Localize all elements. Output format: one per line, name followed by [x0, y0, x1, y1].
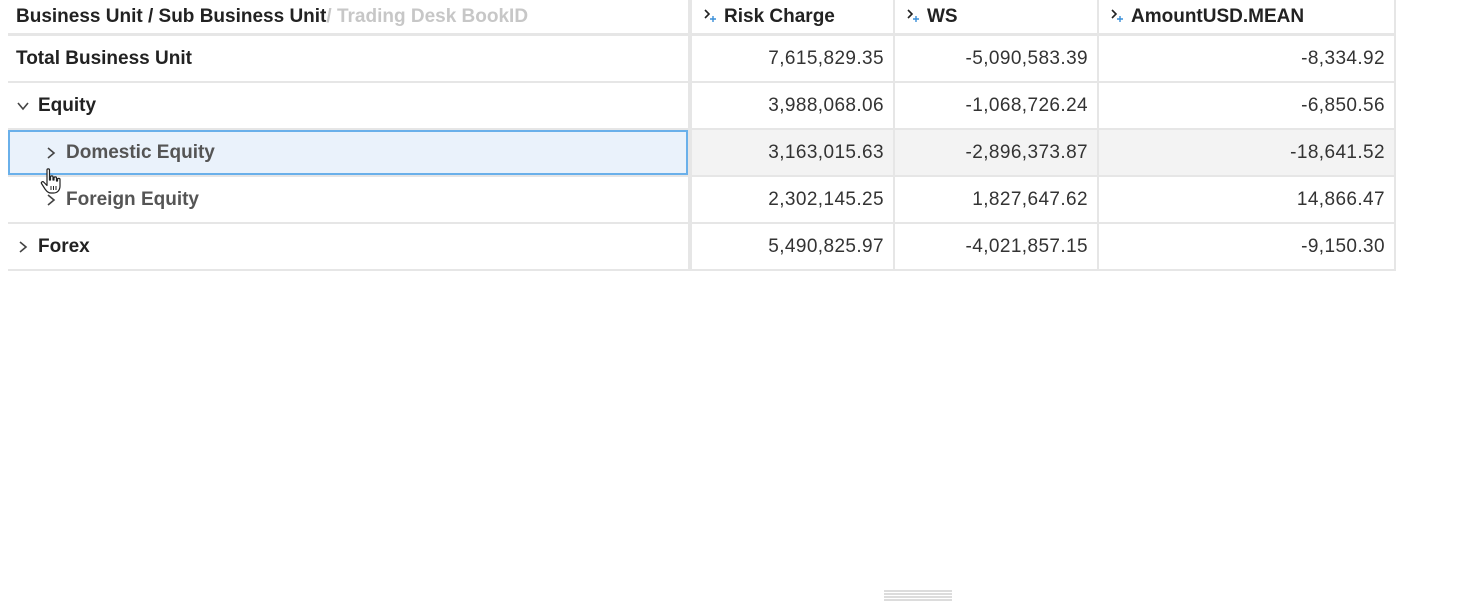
chevron-right-icon[interactable]: [44, 146, 58, 160]
table-row-equity[interactable]: Equity 3,988,068.06 -1,068,726.24 -6,850…: [8, 83, 1396, 130]
column-header-label: WS: [927, 5, 958, 27]
column-header-label: Risk Charge: [724, 5, 835, 27]
sort-expand-icon[interactable]: [1109, 7, 1125, 23]
cell-value: -2,896,373.87: [965, 141, 1088, 163]
cell-value: -9,150.30: [1301, 235, 1385, 257]
cell-value: -8,334.92: [1301, 47, 1385, 69]
column-header-label: AmountUSD.MEAN: [1131, 5, 1305, 27]
row-label-cell[interactable]: Foreign Equity: [8, 177, 688, 222]
chevron-right-icon[interactable]: [16, 240, 30, 254]
column-header-risk-charge[interactable]: Risk Charge: [692, 0, 895, 33]
path-main: Business Unit / Sub Business Unit: [16, 5, 327, 27]
row-label: Equity: [38, 94, 97, 116]
table-row-forex[interactable]: Forex 5,490,825.97 -4,021,857.15 -9,150.…: [8, 224, 1396, 271]
value-cell[interactable]: -18,641.52: [1099, 130, 1396, 175]
cell-value: 5,490,825.97: [768, 235, 884, 257]
value-cell[interactable]: -2,896,373.87: [895, 130, 1099, 175]
row-dimension-path[interactable]: Business Unit / Sub Business Unit / Trad…: [8, 0, 688, 33]
row-label: Domestic Equity: [66, 141, 215, 163]
column-header-ws[interactable]: WS: [895, 0, 1099, 33]
row-label-cell[interactable]: Domestic Equity: [8, 130, 688, 175]
value-cell[interactable]: 7,615,829.35: [692, 36, 895, 81]
sort-expand-icon[interactable]: [905, 7, 921, 23]
value-cell[interactable]: -8,334.92: [1099, 36, 1396, 81]
row-label-cell[interactable]: Forex: [8, 224, 688, 269]
row-label: Forex: [38, 235, 90, 257]
value-cell[interactable]: 3,988,068.06: [692, 83, 895, 128]
cell-value: -1,068,726.24: [965, 94, 1088, 116]
value-cell[interactable]: -4,021,857.15: [895, 224, 1099, 269]
cell-value: 3,163,015.63: [768, 141, 884, 163]
pivot-table: Business Unit / Sub Business Unit / Trad…: [8, 0, 1396, 271]
row-label: Total Business Unit: [16, 47, 192, 69]
chevron-down-icon[interactable]: [16, 99, 30, 113]
cell-value: -5,090,583.39: [965, 47, 1088, 69]
cell-value: 1,827,647.62: [972, 188, 1088, 210]
value-cell[interactable]: -5,090,583.39: [895, 36, 1099, 81]
column-header-amountusd-mean[interactable]: AmountUSD.MEAN: [1099, 0, 1396, 33]
value-cell[interactable]: 14,866.47: [1099, 177, 1396, 222]
value-cell[interactable]: -6,850.56: [1099, 83, 1396, 128]
value-cell[interactable]: 1,827,647.62: [895, 177, 1099, 222]
cell-value: 2,302,145.25: [768, 188, 884, 210]
path-muted: / Trading Desk BookID: [326, 5, 529, 27]
cell-value: 7,615,829.35: [768, 47, 884, 69]
row-label-cell[interactable]: Total Business Unit: [8, 36, 688, 81]
cell-value: 14,866.47: [1296, 188, 1385, 210]
cell-value: -6,850.56: [1301, 94, 1385, 116]
table-header: Business Unit / Sub Business Unit / Trad…: [8, 0, 1396, 36]
value-cell[interactable]: 3,163,015.63: [692, 130, 895, 175]
table-row-total[interactable]: Total Business Unit 7,615,829.35 -5,090,…: [8, 36, 1396, 83]
value-cell[interactable]: 2,302,145.25: [692, 177, 895, 222]
hand-cursor-icon: [40, 168, 61, 194]
value-cell[interactable]: -1,068,726.24: [895, 83, 1099, 128]
table-row-foreign-equity[interactable]: Foreign Equity 2,302,145.25 1,827,647.62…: [8, 177, 1396, 224]
resize-handle-icon[interactable]: [884, 590, 952, 601]
row-label: Foreign Equity: [66, 188, 199, 210]
cell-value: -4,021,857.15: [965, 235, 1088, 257]
cell-value: 3,988,068.06: [768, 94, 884, 116]
row-label-cell[interactable]: Equity: [8, 83, 688, 128]
value-cell[interactable]: -9,150.30: [1099, 224, 1396, 269]
value-cell[interactable]: 5,490,825.97: [692, 224, 895, 269]
table-row-domestic-equity[interactable]: Domestic Equity 3,163,015.63 -2,896,373.…: [8, 130, 1396, 177]
cell-value: -18,641.52: [1290, 141, 1385, 163]
sort-expand-icon[interactable]: [702, 7, 718, 23]
